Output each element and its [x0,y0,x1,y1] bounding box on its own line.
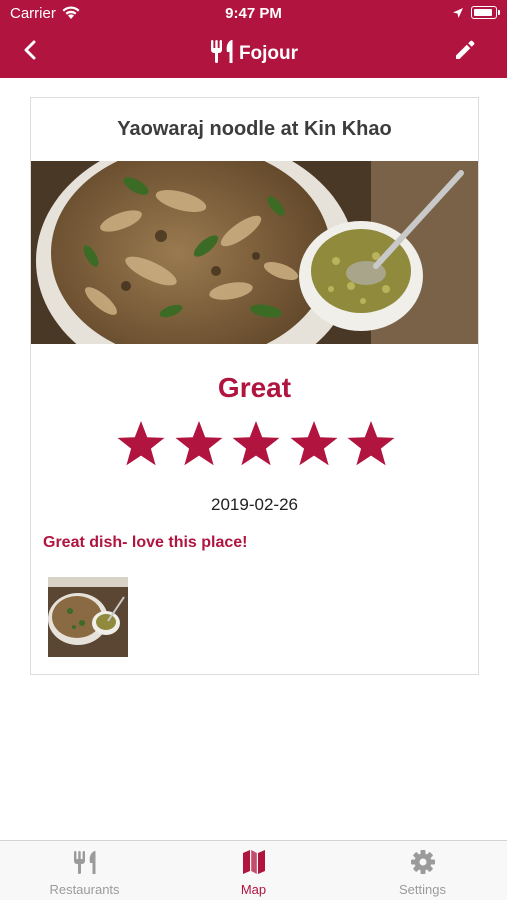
review-comment: Great dish- love this place! [43,534,248,551]
star-icon [289,419,339,469]
fork-knife-icon [72,849,98,875]
tab-label: Map [240,882,267,897]
tab-settings[interactable]: Settings [338,841,507,900]
tab-label: Restaurants [49,882,120,897]
map-icon [242,849,266,875]
dish-title: Yaowaraj noodle at Kin Khao [117,118,392,140]
status-bar: Carrier 9:47 PM [0,0,507,26]
review-card: Yaowaraj noodle at Kin Khao Great 2019-0… [30,97,479,675]
review-date: 2019-02-26 [211,495,298,514]
star-icon [231,419,281,469]
tab-map[interactable]: Map [169,841,338,900]
rating-label: Great [217,372,292,403]
pencil-icon [453,38,477,67]
location-arrow-icon [452,6,464,23]
nav-bar: Fojour [0,26,507,78]
star-icon [116,419,166,469]
tab-bar: Restaurants Map Settings [0,840,507,900]
app-title-label: Fojour [238,42,299,64]
star-icon [346,419,396,469]
battery-icon [471,6,500,19]
star-rating [116,419,396,471]
header: Carrier 9:47 PM Fojour [0,0,507,78]
photo-thumbnail[interactable] [48,577,128,657]
tab-restaurants[interactable]: Restaurants [0,841,169,900]
app-title: Fojour [0,38,507,69]
dish-photo [31,161,478,344]
clock: 9:47 PM [225,5,282,22]
screen: Carrier 9:47 PM Fojour Yaowaraj noodle a… [0,0,507,900]
gear-icon [410,849,436,875]
fork-knife-icon [209,38,235,69]
edit-button[interactable] [449,36,481,68]
star-icon [174,419,224,469]
tab-label: Settings [399,882,446,897]
